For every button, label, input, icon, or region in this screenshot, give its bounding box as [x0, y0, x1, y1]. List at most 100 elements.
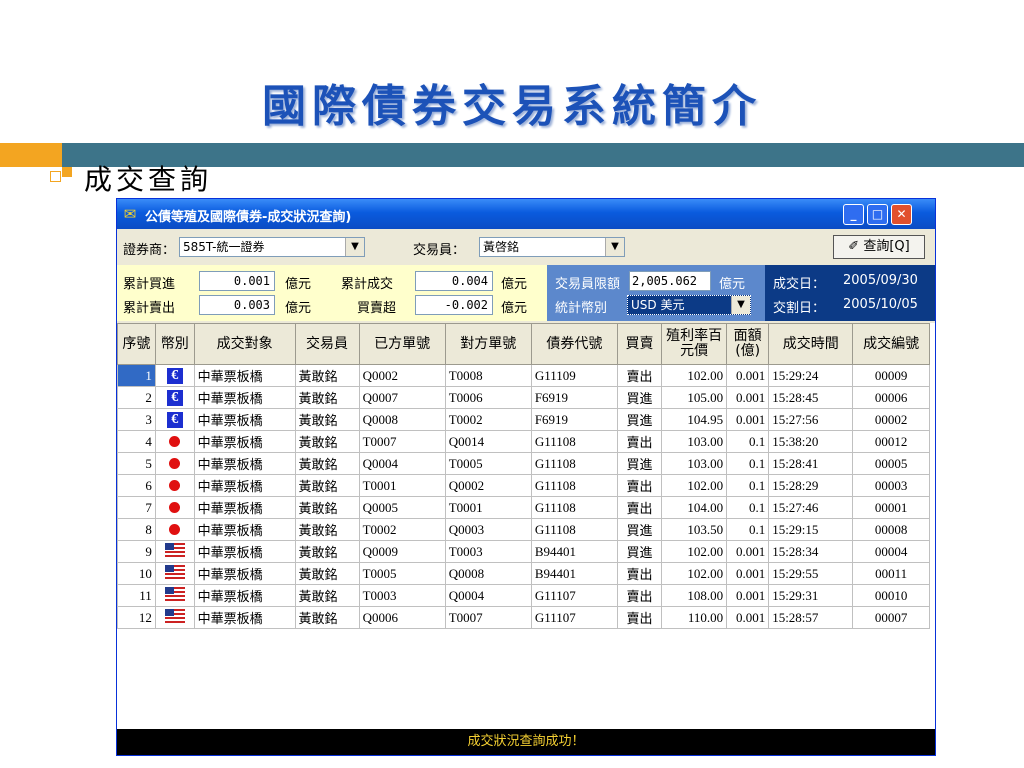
column-header[interactable]: 已方單號 — [358, 323, 446, 365]
cell-time: 15:28:41 — [768, 452, 854, 475]
cell-other: T0007 — [444, 606, 532, 629]
cell-other: T0008 — [444, 364, 532, 387]
table-row[interactable]: 8 中華票板橋 黃敢銘 T0002 Q0003 G11108 買進 103.50 0.1 15:2… — [117, 518, 930, 541]
table-row[interactable]: 5 中華票板橋 黃敢銘 Q0004 T0005 G11108 買進 103.00 0.1 15:2… — [117, 452, 930, 475]
cell-trader: 黃敢銘 — [294, 386, 360, 409]
cell-price: 102.00 — [661, 562, 728, 585]
japan-flag-icon — [169, 501, 181, 513]
column-header[interactable]: 序號 — [117, 323, 156, 365]
buy-total-unit: 億元 — [285, 277, 312, 292]
table-row[interactable]: 11 中華票板橋 黃敢銘 T0003 Q0004 G11107 賣出 108.00 0.001 1… — [117, 584, 930, 607]
japan-flag-icon — [169, 457, 181, 469]
cell-own: T0007 — [358, 430, 446, 453]
minimize-button[interactable]: _ — [843, 204, 864, 225]
deal-total-label: 累計成交 — [341, 277, 394, 292]
column-header[interactable]: 殖利率百元價 — [661, 323, 728, 365]
cell-counterparty: 中華票板橋 — [193, 496, 296, 519]
cell-bond: F6919 — [530, 386, 618, 409]
column-header[interactable]: 債券代號 — [530, 323, 618, 365]
chevron-down-icon[interactable]: ▼ — [731, 296, 750, 314]
cell-bond: G11108 — [530, 430, 618, 453]
table-row[interactable]: 12 中華票板橋 黃敢銘 Q0006 T0007 G11107 賣出 110.00 0.001 1… — [117, 606, 930, 629]
cell-trader: 黃敢銘 — [294, 430, 360, 453]
cell-other: Q0004 — [444, 584, 532, 607]
cell-side: 賣出 — [616, 364, 663, 387]
currency-cell — [154, 584, 195, 607]
cell-trader: 黃敢銘 — [294, 606, 360, 629]
deal-total-unit: 億元 — [501, 277, 528, 292]
currency-select[interactable]: USD 美元 ▼ — [627, 295, 751, 315]
table-row[interactable]: 2 € 中華票板橋 黃敢銘 Q0007 T0006 F6919 買進 105.00 0.001 15… — [117, 386, 930, 409]
cell-bond: G11107 — [530, 606, 618, 629]
status-bar: 成交狀況查詢成功！ — [117, 729, 935, 755]
close-button[interactable]: ✕ — [891, 204, 912, 225]
summary-limits: 交易員限額 2,005.062 億元 統計幣別 USD 美元 ▼ — [547, 265, 765, 321]
cell-side: 賣出 — [616, 584, 663, 607]
us-flag-icon — [164, 608, 185, 623]
cell-bond: B94401 — [530, 540, 618, 563]
chevron-down-icon[interactable]: ▼ — [605, 238, 624, 256]
table-row[interactable]: 6 中華票板橋 黃敢銘 T0001 Q0002 G11108 賣出 102.00 0.1 15:2… — [117, 474, 930, 497]
cell-seq: 10 — [117, 562, 156, 585]
broom-icon: ✐ — [848, 239, 860, 254]
table-row[interactable]: 4 中華票板橋 黃敢銘 T0007 Q0014 G11108 賣出 103.00 0.1 15:3… — [117, 430, 930, 453]
cell-trader: 黃敢銘 — [294, 364, 360, 387]
cell-counterparty: 中華票板橋 — [193, 518, 296, 541]
cell-other: T0003 — [444, 540, 532, 563]
column-header[interactable]: 買賣 — [616, 323, 663, 365]
japan-flag-icon — [169, 435, 181, 447]
cell-face: 0.001 — [726, 386, 770, 409]
table-row[interactable]: 1 € 中華票板橋 黃敢銘 Q0002 T0008 G11109 賣出 102.00 0.001 1… — [117, 364, 930, 387]
currency-cell: € — [154, 364, 195, 387]
currency-cell — [154, 562, 195, 585]
table-row[interactable]: 9 中華票板橋 黃敢銘 Q0009 T0003 B94401 買進 102.00 0.001 15… — [117, 540, 930, 563]
cell-other: Q0003 — [444, 518, 532, 541]
cell-no: 00005 — [852, 452, 930, 475]
cell-own: Q0009 — [358, 540, 446, 563]
trader-select[interactable]: 黃啓銘 ▼ — [479, 237, 625, 257]
cell-other: T0006 — [444, 386, 532, 409]
bullet-text: 成交查詢 — [84, 163, 213, 196]
table-row[interactable]: 3 € 中華票板橋 黃敢銘 Q0008 T0002 F6919 買進 104.95 0.001 15… — [117, 408, 930, 431]
cell-price: 103.00 — [661, 452, 728, 475]
cell-price: 105.00 — [661, 386, 728, 409]
window-titlebar[interactable]: ✉ 公債等殖及國際債券-成交狀況查詢) _ □ ✕ — [117, 199, 935, 229]
cell-face: 0.001 — [726, 562, 770, 585]
query-button[interactable]: ✐ 查詢[Q] — [833, 235, 925, 259]
column-header[interactable]: 交易員 — [294, 323, 360, 365]
cell-other: Q0008 — [444, 562, 532, 585]
buy-total-label: 累計買進 — [123, 277, 176, 292]
query-button-label: 查詢[Q] — [863, 239, 910, 254]
table-row[interactable]: 7 中華票板橋 黃敢銘 Q0005 T0001 G11108 賣出 104.00 0.1 15:2… — [117, 496, 930, 519]
cell-no: 00004 — [852, 540, 930, 563]
cell-trader: 黃敢銘 — [294, 408, 360, 431]
maximize-button[interactable]: □ — [867, 204, 888, 225]
column-header[interactable]: 幣別 — [154, 323, 195, 365]
cell-seq: 5 — [117, 452, 156, 475]
cell-face: 0.001 — [726, 606, 770, 629]
column-header[interactable]: 面額(億) — [726, 323, 770, 365]
trade-date-label: 成交日： — [773, 277, 826, 292]
cell-price: 102.00 — [661, 540, 728, 563]
broker-select[interactable]: 585T-統一證券 ▼ — [179, 237, 365, 257]
cell-bond: G11108 — [530, 518, 618, 541]
cell-seq: 4 — [117, 430, 156, 453]
column-header[interactable]: 對方單號 — [444, 323, 532, 365]
trade-grid[interactable]: 序號 幣別 成交對象 交易員 已方單號 對方單號 債券代號 買賣 殖利率百元價 面額(億) 成交時間… — [117, 323, 935, 729]
cell-time: 15:28:34 — [768, 540, 854, 563]
table-row[interactable]: 10 中華票板橋 黃敢銘 T0005 Q0008 B94401 賣出 102.00 0.001 1… — [117, 562, 930, 585]
currency-cell: € — [154, 408, 195, 431]
currency-cell — [154, 540, 195, 563]
cell-counterparty: 中華票板橋 — [193, 408, 296, 431]
cell-own: T0002 — [358, 518, 446, 541]
cell-side: 賣出 — [616, 562, 663, 585]
cell-price: 103.50 — [661, 518, 728, 541]
cell-own: Q0005 — [358, 496, 446, 519]
cell-face: 0.1 — [726, 518, 770, 541]
cell-price: 102.00 — [661, 474, 728, 497]
column-header[interactable]: 成交編號 — [852, 323, 930, 365]
cell-trader: 黃敢銘 — [294, 496, 360, 519]
column-header[interactable]: 成交時間 — [768, 323, 854, 365]
column-header[interactable]: 成交對象 — [193, 323, 296, 365]
chevron-down-icon[interactable]: ▼ — [345, 238, 364, 256]
